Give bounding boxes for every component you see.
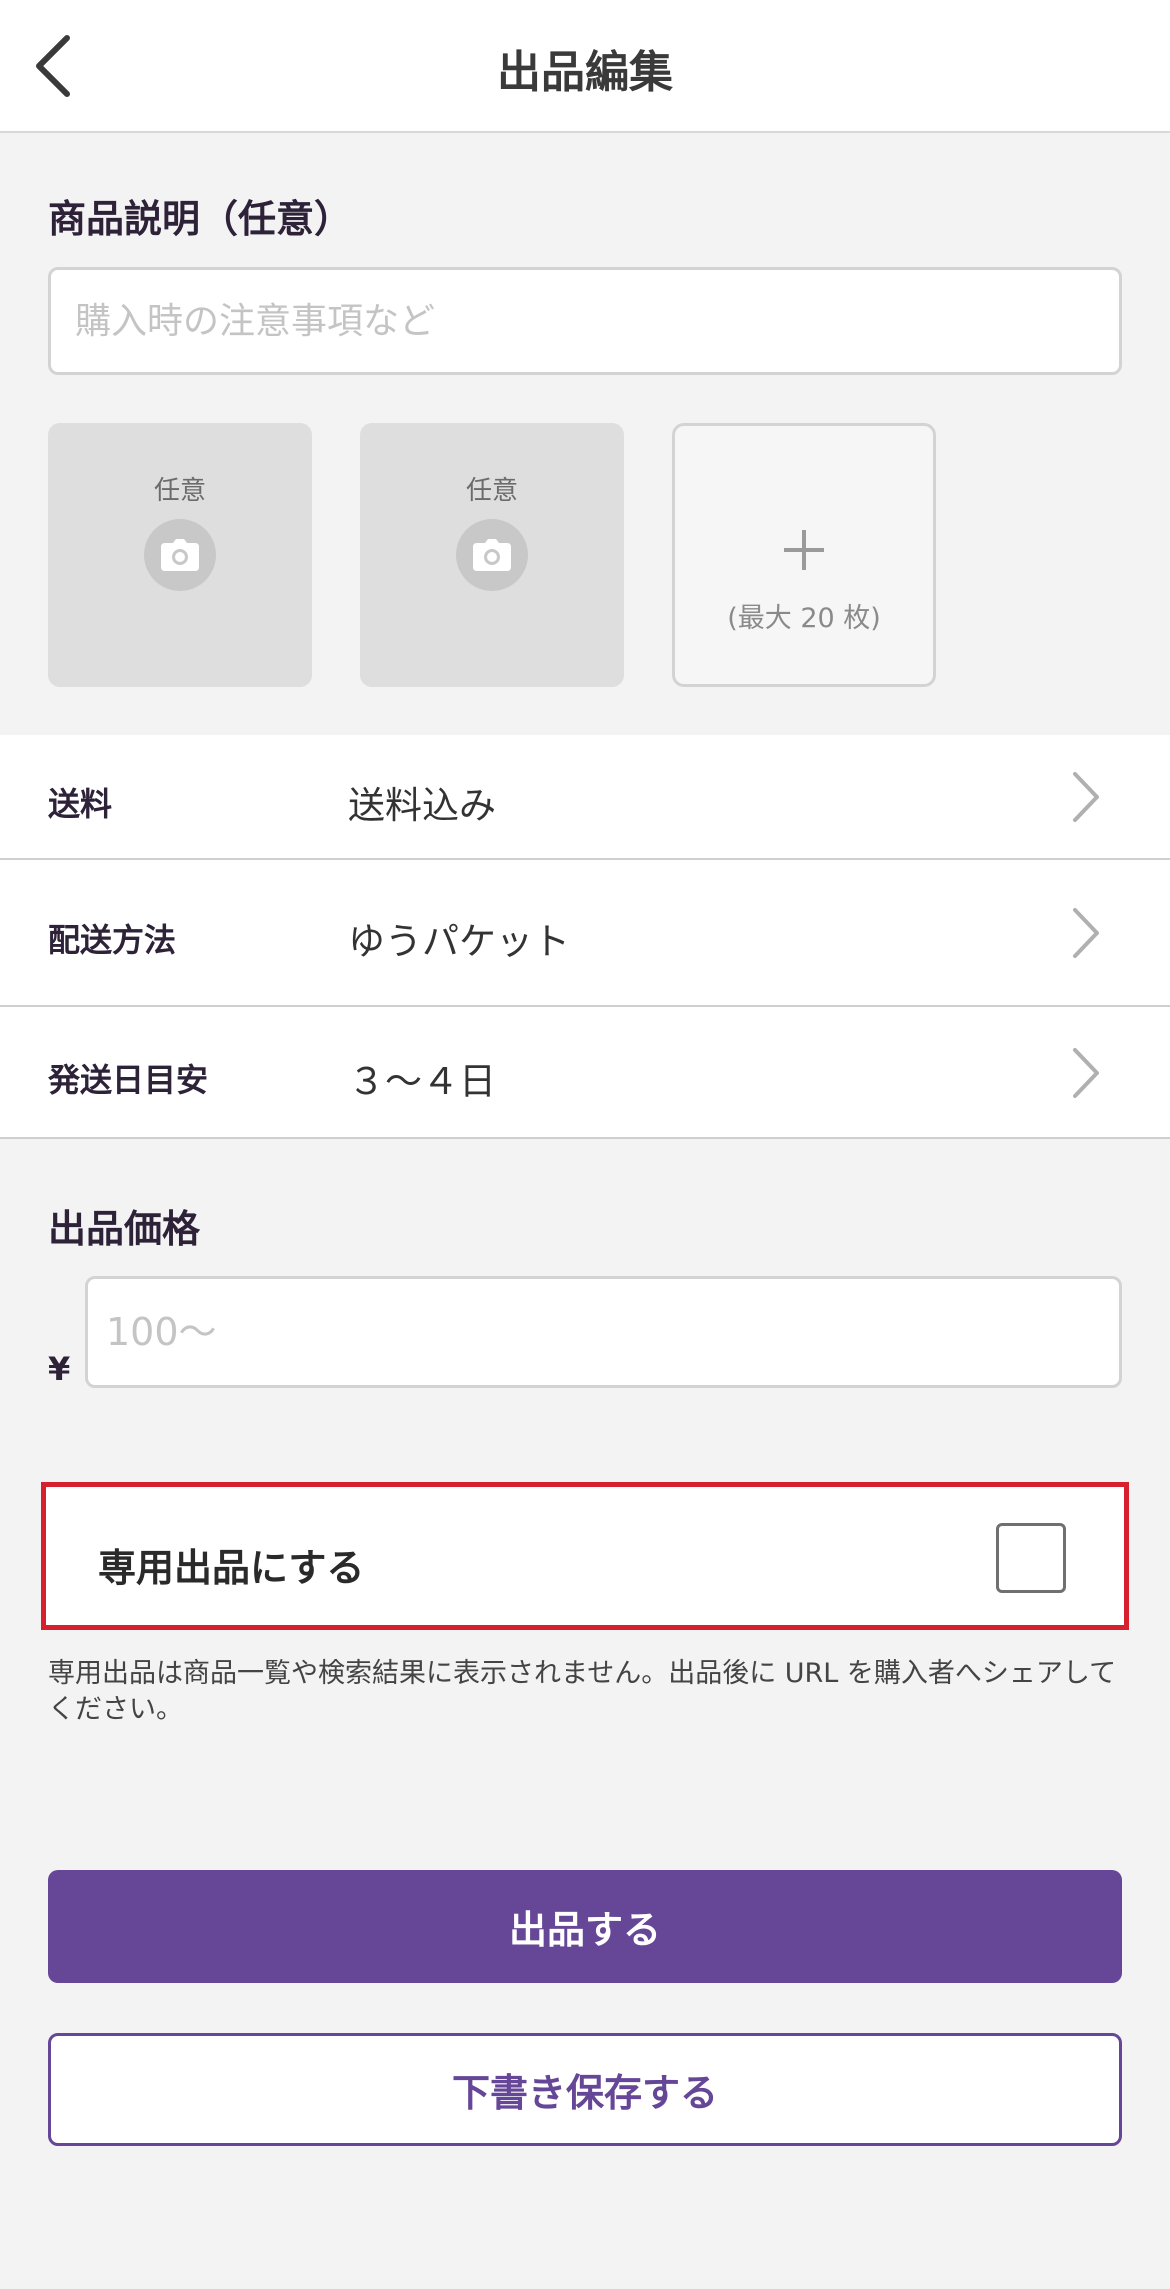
submit-listing-button[interactable]: 出品する	[48, 1870, 1122, 1983]
photo-slot-2[interactable]: 任意	[360, 423, 624, 687]
description-input[interactable]	[48, 267, 1122, 375]
camera-icon	[144, 519, 216, 591]
plus-icon	[675, 526, 933, 574]
camera-icon	[456, 519, 528, 591]
chevron-right-icon	[1066, 1043, 1106, 1103]
chevron-right-icon	[1066, 767, 1106, 827]
private-listing-checkbox[interactable]	[996, 1523, 1066, 1593]
shipping-method-label: 配送方法	[48, 921, 177, 959]
private-listing-row[interactable]: 専用出品にする	[41, 1482, 1129, 1630]
max-photos-label: (最大 20 枚)	[727, 603, 881, 634]
currency-symbol: ¥	[48, 1350, 71, 1388]
private-listing-note: 専用出品は商品一覧や検索結果に表示されません。出品後に URL を購入者へシェア…	[48, 1658, 1117, 1725]
ship-days-value: ３～４日	[348, 1060, 496, 1103]
ship-days-row[interactable]: 発送日目安 ３～４日	[0, 1007, 1170, 1137]
divider	[0, 1137, 1170, 1139]
shipping-fee-value: 送料込み	[348, 784, 496, 827]
ship-days-label: 発送日目安	[48, 1061, 209, 1099]
shipping-fee-row[interactable]: 送料 送料込み	[0, 735, 1170, 858]
shipping-method-value: ゆうパケット	[348, 920, 570, 963]
photo-slot-label: 任意	[153, 476, 206, 506]
shipping-method-row[interactable]: 配送方法 ゆうパケット	[0, 860, 1170, 1005]
shipping-fee-label: 送料	[48, 785, 113, 823]
header-bar: 出品編集	[0, 0, 1170, 133]
description-label: 商品説明（任意）	[48, 197, 353, 241]
price-input[interactable]	[85, 1276, 1122, 1388]
private-listing-label: 専用出品にする	[98, 1546, 365, 1590]
photo-slot-1[interactable]: 任意	[48, 423, 312, 687]
add-photo-button[interactable]: (最大 20 枚)	[672, 423, 936, 687]
chevron-right-icon	[1066, 903, 1106, 963]
save-draft-button[interactable]: 下書き保存する	[48, 2033, 1122, 2146]
page-title: 出品編集	[497, 47, 673, 98]
photo-slot-label: 任意	[465, 476, 518, 506]
price-label: 出品価格	[48, 1207, 201, 1251]
